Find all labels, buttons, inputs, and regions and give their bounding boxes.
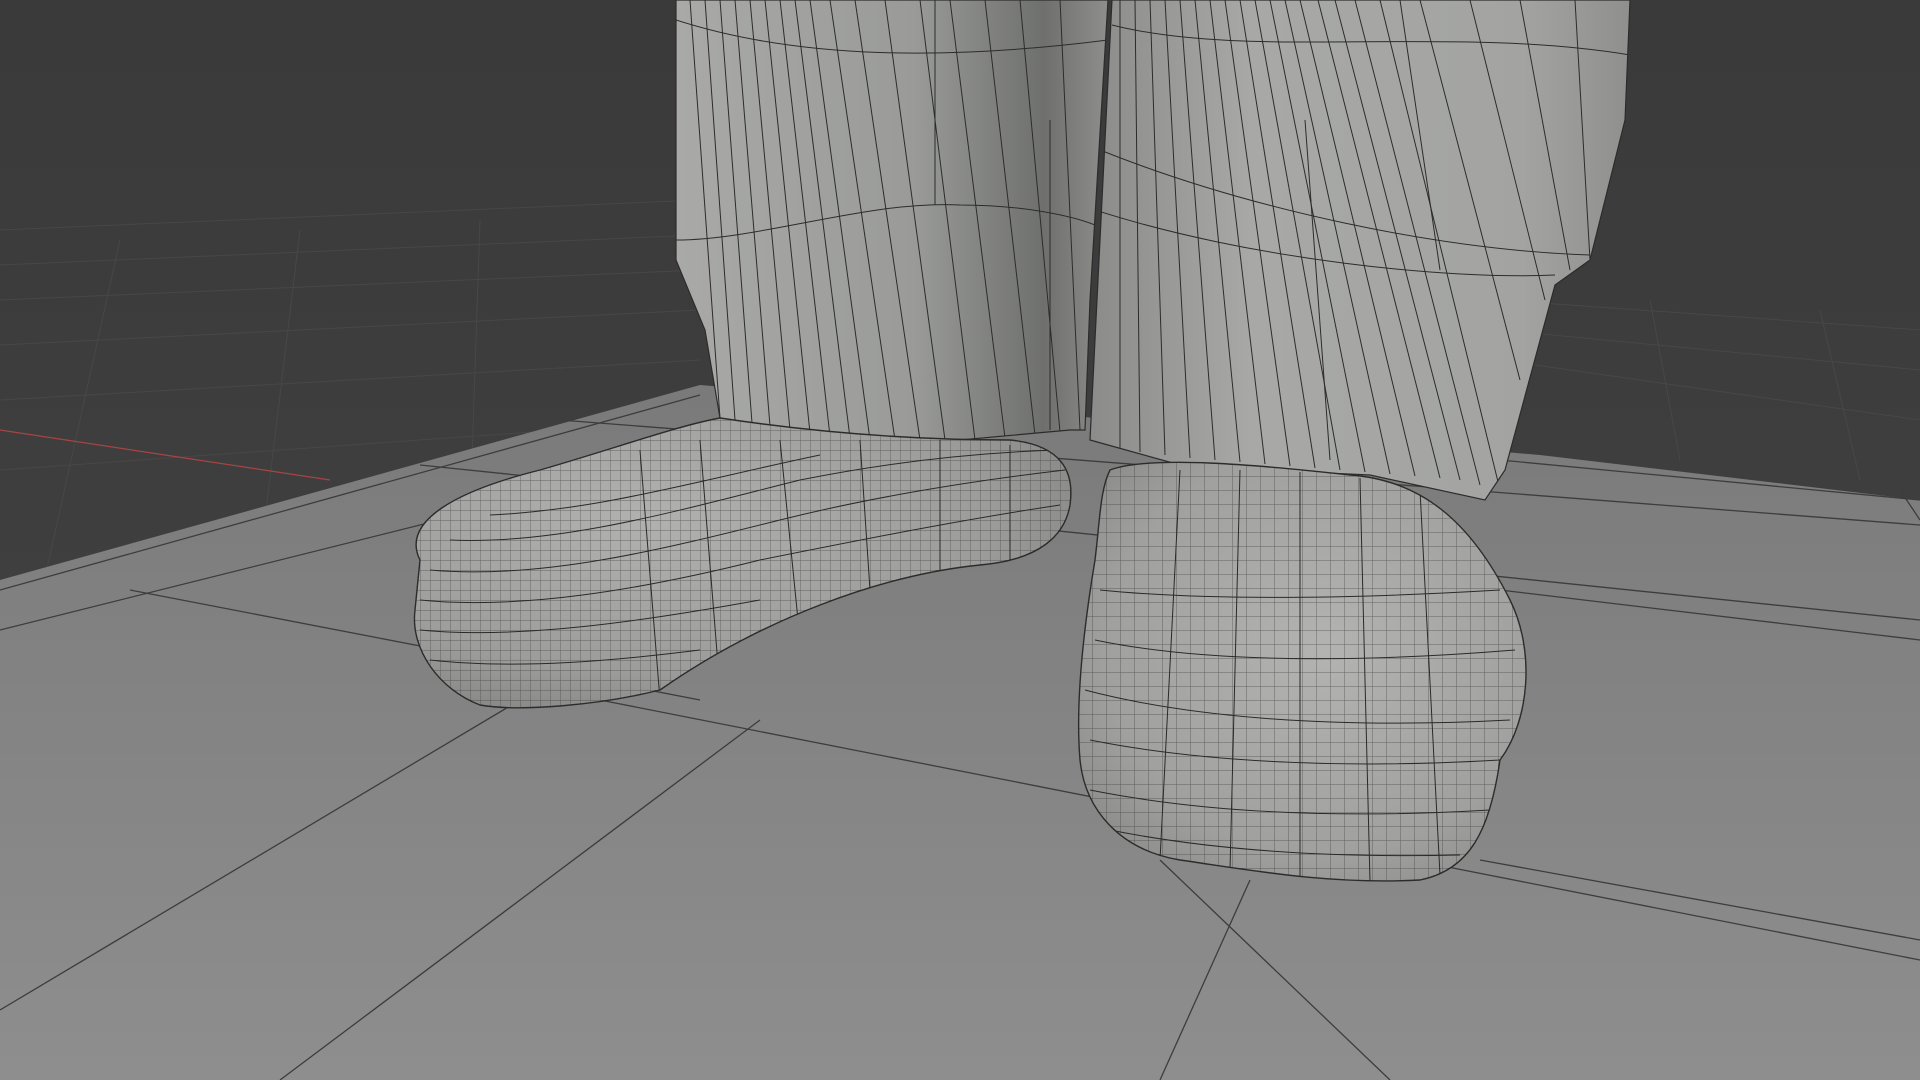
left-pant-leg[interactable]	[675, 0, 1109, 441]
3d-viewport[interactable]	[0, 0, 1920, 1080]
viewport-canvas[interactable]	[0, 0, 1920, 1080]
